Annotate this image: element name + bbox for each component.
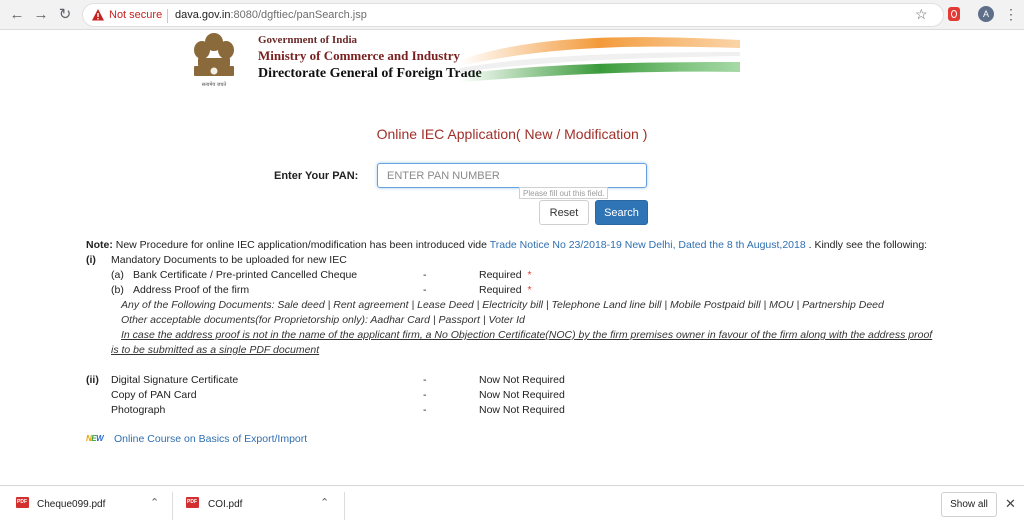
download-item-cheque[interactable]: Cheque099.pdf ⌃ <box>0 486 172 526</box>
menu-icon[interactable]: ⋮ <box>1004 6 1018 22</box>
address-bar[interactable]: Not secure dava.gov.in:8080/dgftiec/panS… <box>82 3 944 27</box>
note-text-after: . Kindly see the following: <box>805 239 928 251</box>
header-directorate: Directorate General of Foreign Trade <box>258 66 482 81</box>
section-1-marker: (i) <box>86 254 96 266</box>
shelf-divider <box>344 492 345 520</box>
show-all-button[interactable]: Show all <box>941 492 997 517</box>
download-filename: Cheque099.pdf <box>37 499 106 510</box>
trade-notice-link[interactable]: Trade Notice No 23/2018-19 New Delhi, Da… <box>490 239 806 251</box>
noc-note-line-2: is to be submitted as a single PDF docum… <box>111 344 320 356</box>
chevron-up-icon[interactable]: ⌃ <box>320 496 329 509</box>
tricolor-swoosh-image <box>460 37 740 82</box>
photograph-dash: - <box>423 404 427 416</box>
online-course-link[interactable]: Online Course on Basics of Export/Import <box>114 433 307 445</box>
warning-icon <box>92 9 104 21</box>
star-icon[interactable]: ☆ <box>915 6 928 23</box>
url-text[interactable]: dava.gov.in:8080/dgftiec/panSearch.jsp <box>175 9 367 21</box>
item-b-label: Address Proof of the firm <box>133 284 250 296</box>
item-b-status: Required * <box>479 284 532 296</box>
photograph-label: Photograph <box>111 404 166 416</box>
pdf-file-icon <box>16 497 29 508</box>
note-text: New Procedure for online IEC application… <box>112 239 490 251</box>
pan-card-status: Now Not Required <box>479 389 565 401</box>
item-a-marker: (a) <box>111 269 124 281</box>
avatar[interactable]: A <box>978 6 994 22</box>
item-a-status: Required * <box>479 269 532 281</box>
reset-button[interactable]: Reset <box>539 200 589 225</box>
item-a-dash: - <box>423 269 427 281</box>
browser-toolbar: ← → ↻ Not secure dava.gov.in:8080/dgftie… <box>0 0 1024 30</box>
note-line: Note: New Procedure for online IEC appli… <box>86 239 927 251</box>
download-filename: COI.pdf <box>208 499 243 510</box>
new-badge-icon: NEW <box>86 434 104 443</box>
download-item-coi[interactable]: COI.pdf ⌃ <box>172 486 344 526</box>
pan-input[interactable] <box>377 163 647 188</box>
close-icon[interactable]: ✕ <box>1005 496 1016 512</box>
search-button[interactable]: Search <box>595 200 648 225</box>
item-b-marker: (b) <box>111 284 124 296</box>
note-label: Note: <box>86 239 113 251</box>
dsc-dash: - <box>423 374 427 386</box>
other-docs-list: Other acceptable documents(for Proprieto… <box>121 314 525 326</box>
required-star: * <box>527 284 532 296</box>
item-b-dash: - <box>423 284 427 296</box>
forward-arrow-icon[interactable]: → <box>32 6 50 24</box>
pan-label: Enter Your PAN: <box>274 170 359 182</box>
extension-icon[interactable] <box>948 7 960 21</box>
photograph-status: Now Not Required <box>479 404 565 416</box>
dsc-label: Digital Signature Certificate <box>111 374 239 386</box>
validation-tooltip: Please fill out this field. <box>519 187 609 199</box>
reload-icon[interactable]: ↻ <box>56 6 74 24</box>
emblem-caption: सत्यमेव जयते <box>202 81 227 88</box>
address-docs-list: Any of the Following Documents: Sale dee… <box>121 299 884 311</box>
dsc-status: Now Not Required <box>479 374 565 386</box>
item-a-label: Bank Certificate / Pre-printed Cancelled… <box>133 269 358 281</box>
noc-note-line-1: In case the address proof is not in the … <box>121 329 933 341</box>
required-star: * <box>527 269 532 281</box>
pan-card-label: Copy of PAN Card <box>111 389 197 401</box>
page-title: Online IEC Application( New / Modificati… <box>376 126 648 142</box>
security-label[interactable]: Not secure <box>109 9 162 21</box>
pan-card-dash: - <box>423 389 427 401</box>
ministry-header: Government of India Ministry of Commerce… <box>258 34 482 82</box>
pdf-file-icon <box>186 497 199 508</box>
section-1-heading: Mandatory Documents to be uploaded for n… <box>111 254 347 266</box>
download-shelf: Cheque099.pdf ⌃ COI.pdf ⌃ Show all ✕ <box>0 485 1024 525</box>
back-arrow-icon[interactable]: ← <box>8 6 26 24</box>
header-ministry: Ministry of Commerce and Industry <box>258 48 460 63</box>
chevron-up-icon[interactable]: ⌃ <box>150 496 159 509</box>
header-government: Government of India <box>258 34 357 46</box>
section-2-marker: (ii) <box>86 374 99 386</box>
national-emblem-icon: सत्यमेव जयते <box>194 33 234 88</box>
omnibox-divider <box>167 9 168 23</box>
